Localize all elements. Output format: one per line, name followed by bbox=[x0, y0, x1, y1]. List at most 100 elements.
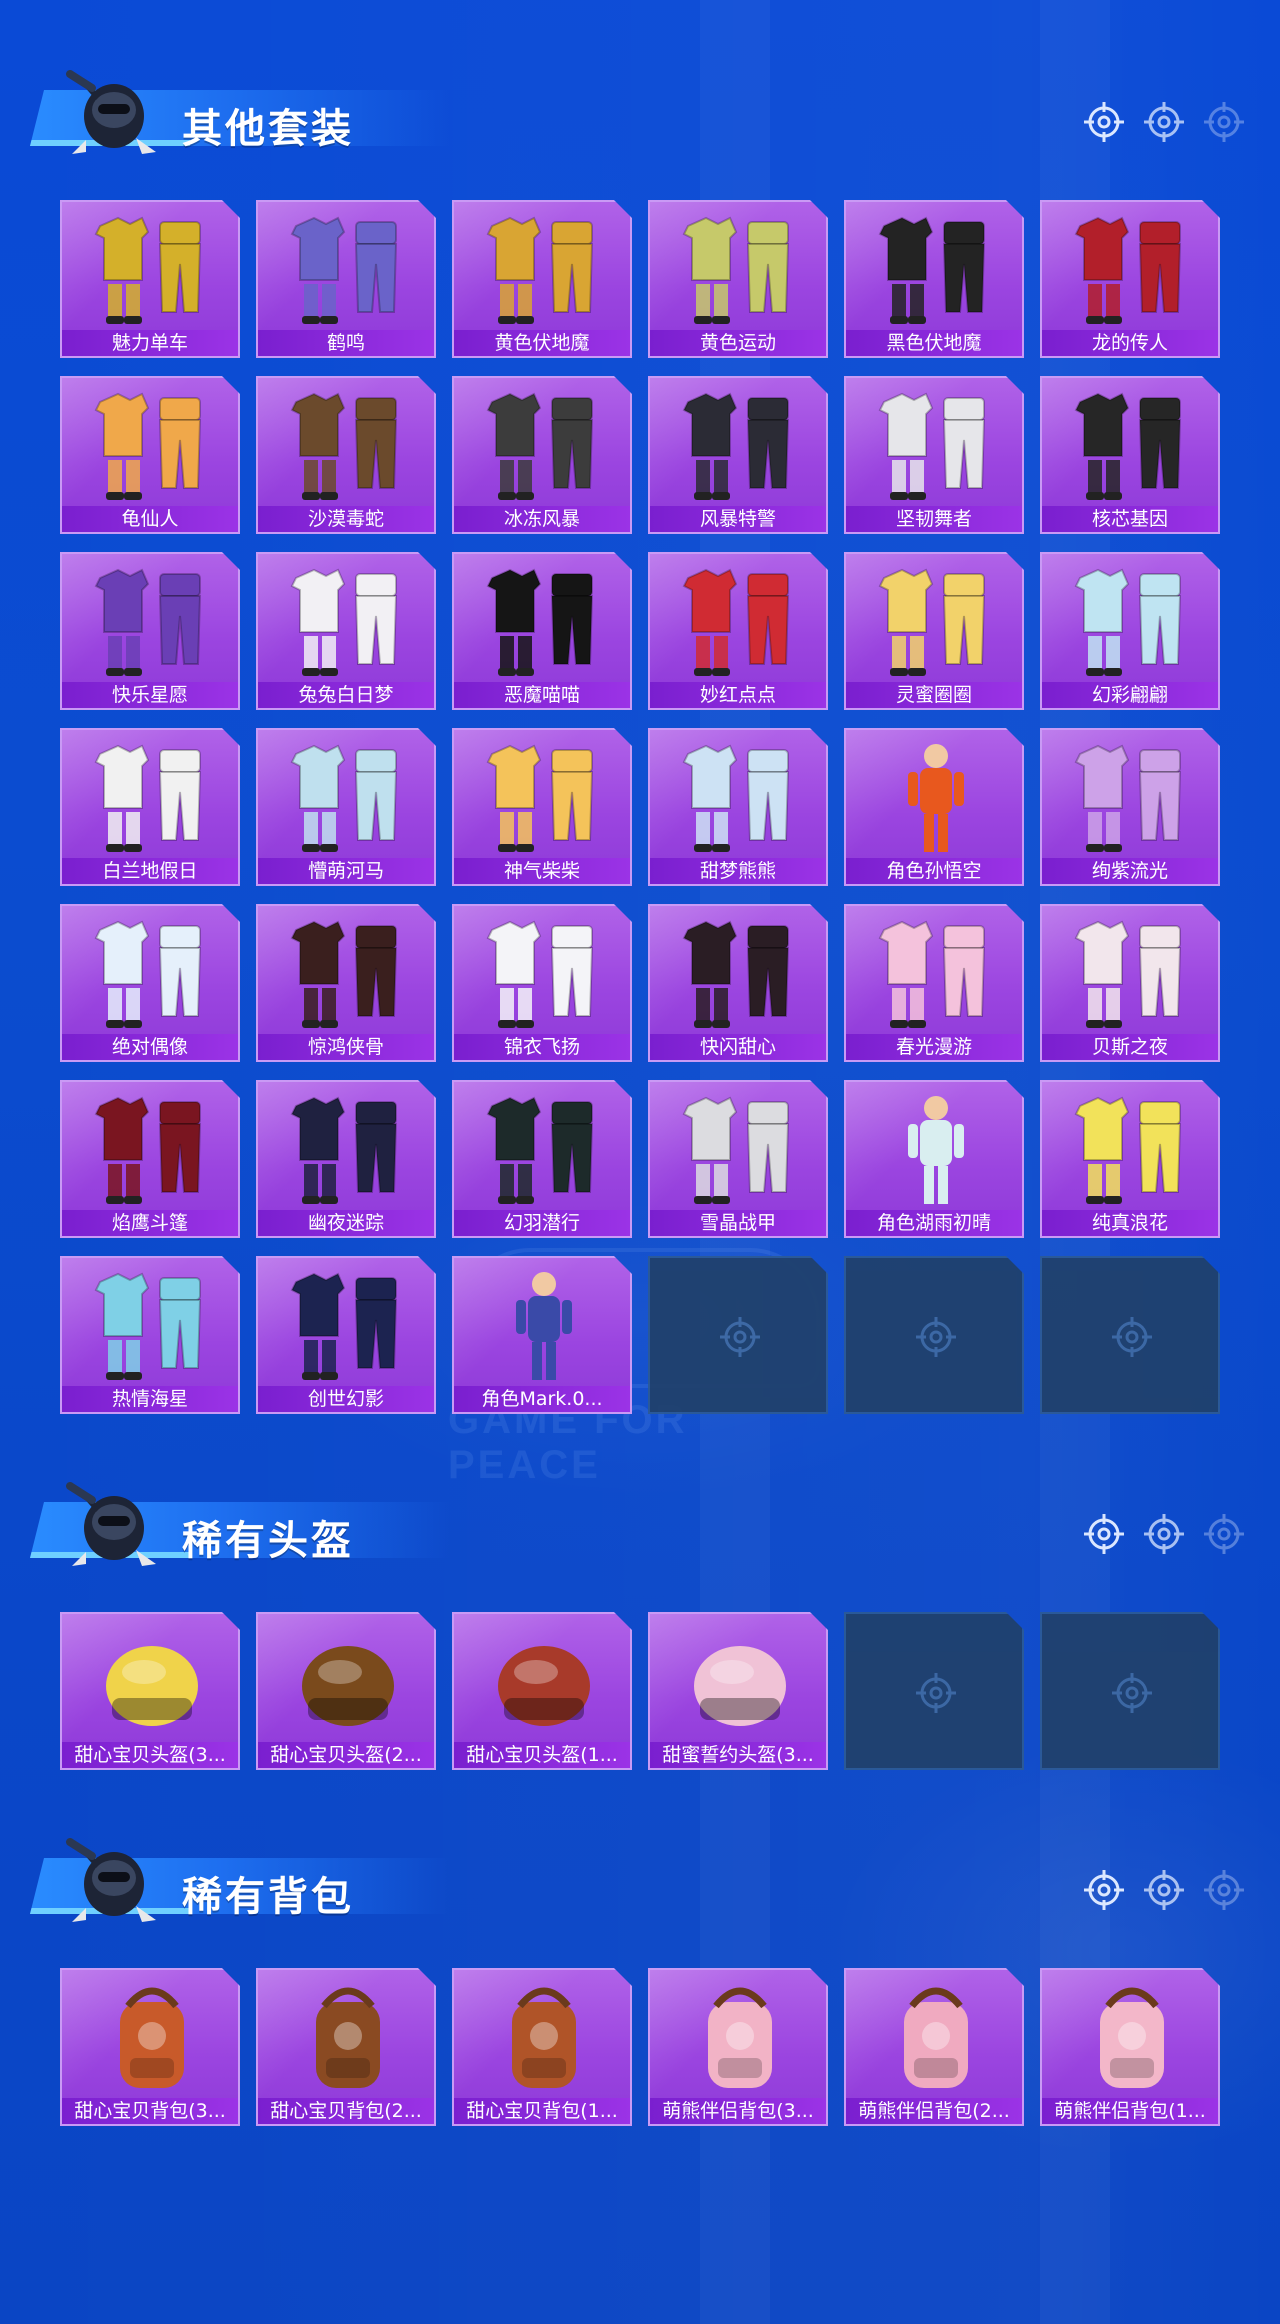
outfit-icon bbox=[278, 736, 418, 858]
item-label: 春光漫游 bbox=[846, 1034, 1022, 1060]
item-tile[interactable]: 冰冻风暴 bbox=[452, 376, 632, 534]
outfit-icon bbox=[82, 208, 222, 330]
item-tile[interactable]: 萌熊伴侣背包(1... bbox=[1040, 1968, 1220, 2126]
item-tile[interactable]: 幻彩翩翩 bbox=[1040, 552, 1220, 710]
item-tile[interactable]: 纯真浪花 bbox=[1040, 1080, 1220, 1238]
item-tile[interactable]: 甜心宝贝头盔(1... bbox=[452, 1612, 632, 1770]
crosshair-icon bbox=[1084, 102, 1124, 142]
item-tile[interactable]: 甜蜜誓约头盔(3... bbox=[648, 1612, 828, 1770]
item-tile[interactable]: 快乐星愿 bbox=[60, 552, 240, 710]
outfit-icon bbox=[278, 384, 418, 506]
item-tile[interactable]: 神气柴柴 bbox=[452, 728, 632, 886]
outfit-icon bbox=[474, 560, 614, 682]
item-tile[interactable]: 甜心宝贝头盔(3... bbox=[60, 1612, 240, 1770]
item-tile[interactable]: 幻羽潜行 bbox=[452, 1080, 632, 1238]
item-tile[interactable]: 焰鹰斗篷 bbox=[60, 1080, 240, 1238]
item-tile[interactable]: 龟仙人 bbox=[60, 376, 240, 534]
item-tile[interactable]: 核芯基因 bbox=[1040, 376, 1220, 534]
item-tile[interactable]: 懵萌河马 bbox=[256, 728, 436, 886]
outfit-icon bbox=[1062, 736, 1202, 858]
item-tile[interactable]: 角色Mark.0... bbox=[452, 1256, 632, 1414]
item-tile[interactable]: 魅力单车 bbox=[60, 200, 240, 358]
item-label: 龟仙人 bbox=[62, 506, 238, 532]
item-tile[interactable]: 黄色运动 bbox=[648, 200, 828, 358]
outfit-icon bbox=[866, 560, 1006, 682]
item-tile[interactable]: 黄色伏地魔 bbox=[452, 200, 632, 358]
item-label: 快乐星愿 bbox=[62, 682, 238, 708]
item-label: 龙的传人 bbox=[1042, 330, 1218, 356]
item-label: 黄色运动 bbox=[650, 330, 826, 356]
item-tile[interactable]: 萌熊伴侣背包(3... bbox=[648, 1968, 828, 2126]
item-label: 贝斯之夜 bbox=[1042, 1034, 1218, 1060]
item-tile[interactable]: 龙的传人 bbox=[1040, 200, 1220, 358]
item-tile[interactable]: 坚韧舞者 bbox=[844, 376, 1024, 534]
item-label: 风暴特警 bbox=[650, 506, 826, 532]
item-tile[interactable]: 幽夜迷踪 bbox=[256, 1080, 436, 1238]
backpack-icon bbox=[1062, 1976, 1202, 2098]
outfit-icon bbox=[278, 560, 418, 682]
item-tile[interactable]: 绚紫流光 bbox=[1040, 728, 1220, 886]
item-label: 沙漠毒蛇 bbox=[258, 506, 434, 532]
item-tile[interactable]: 风暴特警 bbox=[648, 376, 828, 534]
item-tile[interactable]: 锦衣飞扬 bbox=[452, 904, 632, 1062]
character-icon bbox=[474, 1264, 614, 1386]
section-header-other-outfits: 其他套装 bbox=[0, 54, 1280, 174]
crosshair-icon bbox=[1110, 1315, 1154, 1359]
item-tile[interactable]: 角色孙悟空 bbox=[844, 728, 1024, 886]
item-tile[interactable]: 惊鸿侠骨 bbox=[256, 904, 436, 1062]
item-tile[interactable]: 兔兔白日梦 bbox=[256, 552, 436, 710]
item-tile[interactable]: 黑色伏地魔 bbox=[844, 200, 1024, 358]
item-tile[interactable]: 贝斯之夜 bbox=[1040, 904, 1220, 1062]
outfit-icon bbox=[670, 912, 810, 1034]
helmet-icon bbox=[670, 1620, 810, 1742]
item-tile[interactable]: 沙漠毒蛇 bbox=[256, 376, 436, 534]
item-tile[interactable]: 创世幻影 bbox=[256, 1256, 436, 1414]
section-title: 稀有头盔 bbox=[182, 1518, 354, 1564]
item-tile[interactable]: 春光漫游 bbox=[844, 904, 1024, 1062]
outfit-icon bbox=[278, 1088, 418, 1210]
crosshair-decoration bbox=[1082, 1868, 1262, 1912]
item-label: 幽夜迷踪 bbox=[258, 1210, 434, 1236]
empty-slot bbox=[648, 1256, 828, 1414]
mascot-soldier-icon bbox=[66, 70, 156, 154]
item-label: 灵蜜圈圈 bbox=[846, 682, 1022, 708]
empty-slot bbox=[844, 1256, 1024, 1414]
outfit-icon bbox=[1062, 912, 1202, 1034]
outfit-icon bbox=[278, 912, 418, 1034]
character-icon bbox=[866, 736, 1006, 858]
outfit-icon bbox=[670, 560, 810, 682]
item-label: 创世幻影 bbox=[258, 1386, 434, 1412]
item-label: 甜心宝贝头盔(2... bbox=[258, 1742, 434, 1768]
item-tile[interactable]: 恶魔喵喵 bbox=[452, 552, 632, 710]
item-tile[interactable]: 萌熊伴侣背包(2... bbox=[844, 1968, 1024, 2126]
crosshair-icon bbox=[1144, 1514, 1184, 1554]
item-tile[interactable]: 甜心宝贝背包(2... bbox=[256, 1968, 436, 2126]
item-tile[interactable]: 甜心宝贝背包(3... bbox=[60, 1968, 240, 2126]
item-tile[interactable]: 甜心宝贝背包(1... bbox=[452, 1968, 632, 2126]
item-label: 快闪甜心 bbox=[650, 1034, 826, 1060]
item-tile[interactable]: 雪晶战甲 bbox=[648, 1080, 828, 1238]
item-label: 魅力单车 bbox=[62, 330, 238, 356]
item-tile[interactable]: 甜梦熊熊 bbox=[648, 728, 828, 886]
crosshair-icon bbox=[914, 1671, 958, 1715]
item-tile[interactable]: 灵蜜圈圈 bbox=[844, 552, 1024, 710]
mascot-soldier-icon bbox=[66, 1838, 156, 1922]
item-tile[interactable]: 角色湖雨初晴 bbox=[844, 1080, 1024, 1238]
item-tile[interactable]: 快闪甜心 bbox=[648, 904, 828, 1062]
item-tile[interactable]: 白兰地假日 bbox=[60, 728, 240, 886]
outfit-icon bbox=[866, 384, 1006, 506]
item-tile[interactable]: 热情海星 bbox=[60, 1256, 240, 1414]
crosshair-icon bbox=[1204, 1514, 1244, 1554]
outfit-icon bbox=[474, 208, 614, 330]
outfit-icon bbox=[474, 912, 614, 1034]
item-label: 萌熊伴侣背包(3... bbox=[650, 2098, 826, 2124]
item-label: 惊鸿侠骨 bbox=[258, 1034, 434, 1060]
item-tile[interactable]: 鹤鸣 bbox=[256, 200, 436, 358]
item-tile[interactable]: 绝对偶像 bbox=[60, 904, 240, 1062]
section-header-rare-backpacks: 稀有背包 bbox=[0, 1822, 1280, 1942]
outfit-icon bbox=[82, 560, 222, 682]
item-label: 绚紫流光 bbox=[1042, 858, 1218, 884]
outfit-icon bbox=[82, 384, 222, 506]
item-tile[interactable]: 妙红点点 bbox=[648, 552, 828, 710]
item-tile[interactable]: 甜心宝贝头盔(2... bbox=[256, 1612, 436, 1770]
